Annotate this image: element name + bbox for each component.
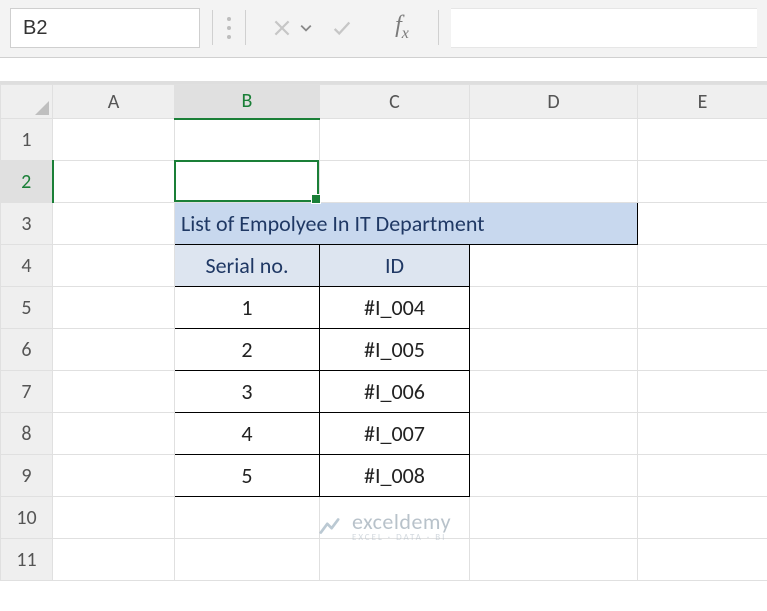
cell-B10[interactable] (175, 497, 320, 539)
cell-D7[interactable] (470, 371, 638, 413)
row-4: 4 Serial no. ID (1, 245, 767, 287)
row-header[interactable]: 2 (1, 161, 53, 203)
cell-A3[interactable] (53, 203, 175, 245)
divider (245, 10, 246, 45)
table-row[interactable]: 2 (175, 329, 320, 371)
cell-A8[interactable] (53, 413, 175, 455)
check-icon (331, 17, 353, 39)
row-9: 9 5 #I_008 (1, 455, 767, 497)
formula-input[interactable] (451, 8, 757, 48)
row-2: 2 (1, 161, 767, 203)
col-header-E[interactable]: E (638, 85, 767, 119)
cell-E7[interactable] (638, 371, 767, 413)
cell-E4[interactable] (638, 245, 767, 287)
x-icon (271, 17, 293, 39)
cell-C10[interactable] (320, 497, 470, 539)
cell-C1[interactable] (320, 119, 470, 161)
table-header-serial[interactable]: Serial no. (175, 245, 320, 287)
row-header[interactable]: 8 (1, 413, 53, 455)
col-header-D[interactable]: D (470, 85, 638, 119)
row-header[interactable]: 9 (1, 455, 53, 497)
formula-bar: fx (0, 0, 767, 58)
cell-E8[interactable] (638, 413, 767, 455)
cell-A6[interactable] (53, 329, 175, 371)
row-header[interactable]: 5 (1, 287, 53, 329)
cell-A2[interactable] (53, 161, 175, 203)
grip-dots-icon (225, 8, 233, 47)
divider (438, 10, 439, 45)
cell-D8[interactable] (470, 413, 638, 455)
row-3: 3 List of Empolyee In IT Department (1, 203, 767, 245)
cell-D4[interactable] (470, 245, 638, 287)
table-row[interactable]: 3 (175, 371, 320, 413)
col-header-C[interactable]: C (320, 85, 470, 119)
row-7: 7 3 #I_006 (1, 371, 767, 413)
table-row[interactable]: #I_006 (320, 371, 470, 413)
row-header[interactable]: 4 (1, 245, 53, 287)
table-row[interactable]: 1 (175, 287, 320, 329)
row-header[interactable]: 7 (1, 371, 53, 413)
cell-E10[interactable] (638, 497, 767, 539)
row-header[interactable]: 1 (1, 119, 53, 161)
cell-E9[interactable] (638, 455, 767, 497)
table-row[interactable]: #I_007 (320, 413, 470, 455)
cell-A4[interactable] (53, 245, 175, 287)
cell-A10[interactable] (53, 497, 175, 539)
column-header-row: A B C D E (1, 85, 767, 119)
row-header[interactable]: 10 (1, 497, 53, 539)
col-header-B[interactable]: B (175, 85, 320, 119)
cell-A5[interactable] (53, 287, 175, 329)
cell-D1[interactable] (470, 119, 638, 161)
cell-E1[interactable] (638, 119, 767, 161)
cell-A11[interactable] (53, 539, 175, 581)
cell-A7[interactable] (53, 371, 175, 413)
row-header[interactable]: 3 (1, 203, 53, 245)
enter-button (318, 8, 366, 47)
row-10: 10 (1, 497, 767, 539)
fx-icon: fx (395, 12, 409, 43)
cell-A9[interactable] (53, 455, 175, 497)
insert-function-button[interactable]: fx (378, 8, 426, 47)
row-1: 1 (1, 119, 767, 161)
row-header[interactable]: 11 (1, 539, 53, 581)
cell-D11[interactable] (470, 539, 638, 581)
cell-B11[interactable] (175, 539, 320, 581)
cell-C2[interactable] (320, 161, 470, 203)
table-row[interactable]: #I_008 (320, 455, 470, 497)
cancel-button (258, 8, 306, 47)
name-box-input[interactable] (11, 17, 300, 40)
cell-D9[interactable] (470, 455, 638, 497)
cell-E5[interactable] (638, 287, 767, 329)
row-5: 5 1 #I_004 (1, 287, 767, 329)
table-row[interactable]: #I_004 (320, 287, 470, 329)
cell-D6[interactable] (470, 329, 638, 371)
select-all-corner[interactable] (1, 85, 53, 119)
cell-E6[interactable] (638, 329, 767, 371)
cell-B1[interactable] (175, 119, 320, 161)
table-row[interactable]: #I_005 (320, 329, 470, 371)
spreadsheet-grid[interactable]: A B C D E 1 2 3 List of Empolyee In IT D… (0, 84, 767, 581)
divider (212, 10, 213, 45)
table-row[interactable]: 5 (175, 455, 320, 497)
row-6: 6 2 #I_005 (1, 329, 767, 371)
row-11: 11 (1, 539, 767, 581)
cell-E11[interactable] (638, 539, 767, 581)
ribbon-collapse-spacer (0, 58, 767, 84)
sheet-table: A B C D E 1 2 3 List of Empolyee In IT D… (0, 84, 767, 581)
cell-B2[interactable] (175, 161, 320, 203)
table-row[interactable]: 4 (175, 413, 320, 455)
row-header[interactable]: 6 (1, 329, 53, 371)
cell-D5[interactable] (470, 287, 638, 329)
cell-E3[interactable] (638, 203, 767, 245)
table-header-id[interactable]: ID (320, 245, 470, 287)
table-title[interactable]: List of Empolyee In IT Department (175, 203, 638, 245)
row-8: 8 4 #I_007 (1, 413, 767, 455)
cell-C11[interactable] (320, 539, 470, 581)
cell-D2[interactable] (470, 161, 638, 203)
cell-E2[interactable] (638, 161, 767, 203)
cell-D10[interactable] (470, 497, 638, 539)
name-box[interactable] (10, 8, 200, 48)
cell-A1[interactable] (53, 119, 175, 161)
col-header-A[interactable]: A (53, 85, 175, 119)
